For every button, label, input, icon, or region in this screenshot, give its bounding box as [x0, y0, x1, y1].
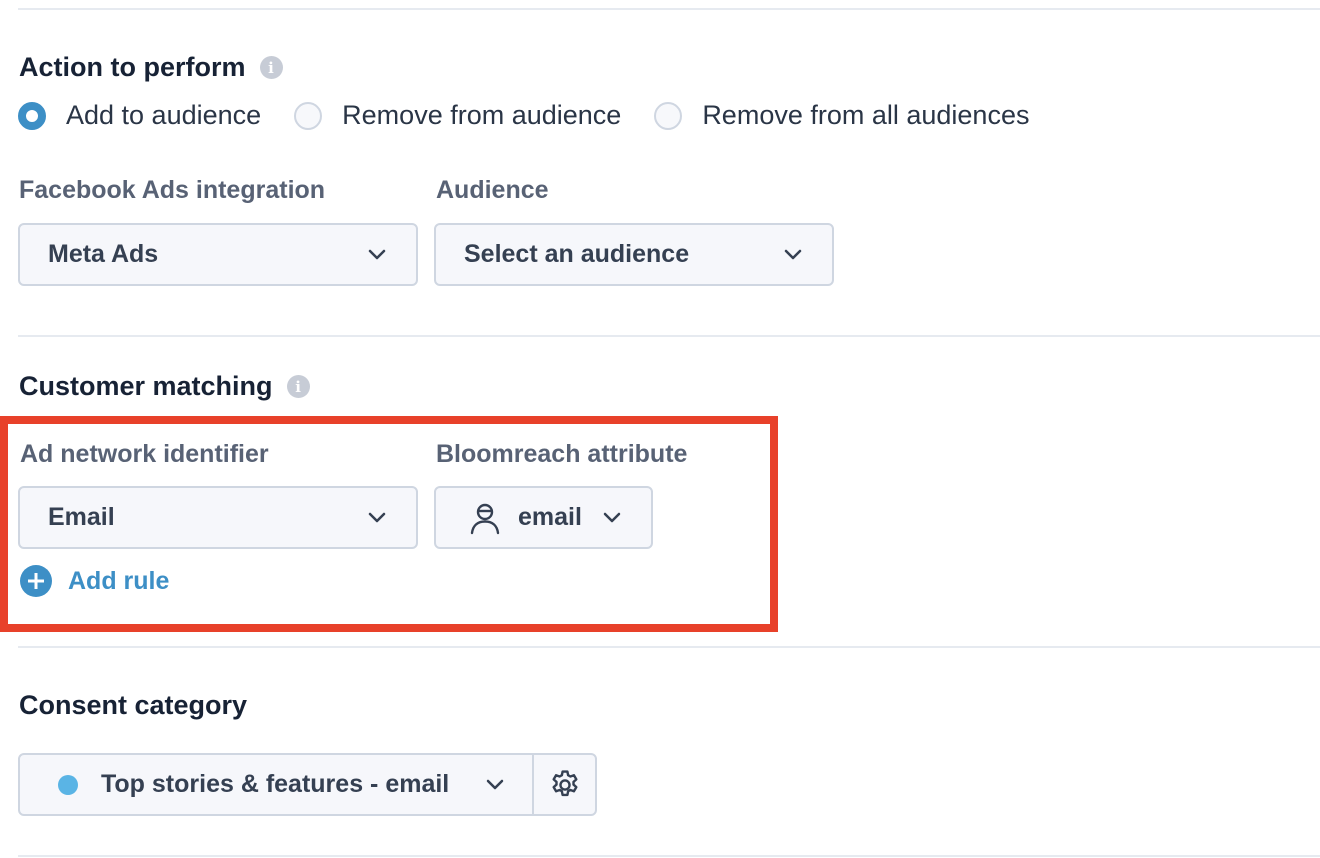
info-icon[interactable]: i — [259, 56, 283, 79]
section-divider — [18, 646, 1320, 648]
plus-circle-icon — [20, 565, 52, 597]
gear-icon — [548, 768, 582, 802]
consent-color-dot — [58, 774, 78, 795]
identifier-label: Ad network identifier — [20, 440, 269, 468]
section-divider — [18, 335, 1320, 337]
chevron-down-icon — [366, 248, 388, 262]
identifier-select-value: Email — [48, 503, 115, 531]
add-rule-label: Add rule — [68, 566, 170, 595]
radio-remove-from-all-audiences[interactable]: Remove from all audiences — [654, 100, 1029, 131]
add-rule-button[interactable]: Add rule — [20, 565, 169, 597]
attribute-select[interactable]: email — [434, 486, 653, 549]
integration-select-value: Meta Ads — [48, 240, 159, 268]
consent-settings-button[interactable] — [532, 755, 595, 814]
radio-add-to-audience[interactable]: Add to audience — [18, 100, 261, 131]
bottom-divider — [18, 855, 1320, 857]
consent-section-title-text: Consent category — [19, 690, 248, 720]
attribute-select-value: email — [518, 503, 582, 531]
top-divider — [18, 8, 1320, 10]
radio-label: Remove from all audiences — [702, 100, 1030, 130]
consent-section-title: Consent category — [19, 690, 247, 721]
radio-button-checked[interactable] — [18, 101, 46, 130]
audience-select[interactable]: Select an audience — [434, 223, 834, 286]
consent-select-value: Top stories & features - email — [101, 770, 450, 798]
chevron-down-icon — [782, 248, 804, 262]
campaign-action-settings: Action to perform i Add to audience Remo… — [0, 0, 1320, 858]
customer-matching-title-text: Customer matching — [19, 371, 273, 401]
info-icon[interactable]: i — [286, 375, 310, 398]
radio-button[interactable] — [654, 101, 683, 130]
radio-label: Add to audience — [66, 100, 262, 130]
consent-select-group: Top stories & features - email — [18, 753, 597, 816]
action-section-title: Action to perform i — [19, 52, 283, 83]
chevron-down-icon — [601, 511, 623, 525]
customer-matching-title: Customer matching i — [19, 371, 310, 402]
audience-select-value: Select an audience — [464, 240, 690, 268]
customer-icon — [468, 501, 502, 535]
radio-label: Remove from audience — [342, 100, 622, 130]
radio-remove-from-audience[interactable]: Remove from audience — [294, 100, 621, 131]
integration-label: Facebook Ads integration — [19, 176, 326, 204]
radio-button[interactable] — [294, 101, 323, 130]
attribute-label: Bloomreach attribute — [436, 440, 688, 468]
integration-select[interactable]: Meta Ads — [18, 223, 418, 286]
identifier-select[interactable]: Email — [18, 486, 418, 549]
chevron-down-icon — [366, 511, 388, 525]
consent-select[interactable]: Top stories & features - email — [20, 755, 532, 814]
action-radio-group: Add to audience Remove from audience Rem… — [18, 100, 1062, 131]
action-section-title-text: Action to perform — [19, 52, 246, 82]
audience-label: Audience — [436, 176, 549, 204]
chevron-down-icon — [484, 778, 506, 792]
